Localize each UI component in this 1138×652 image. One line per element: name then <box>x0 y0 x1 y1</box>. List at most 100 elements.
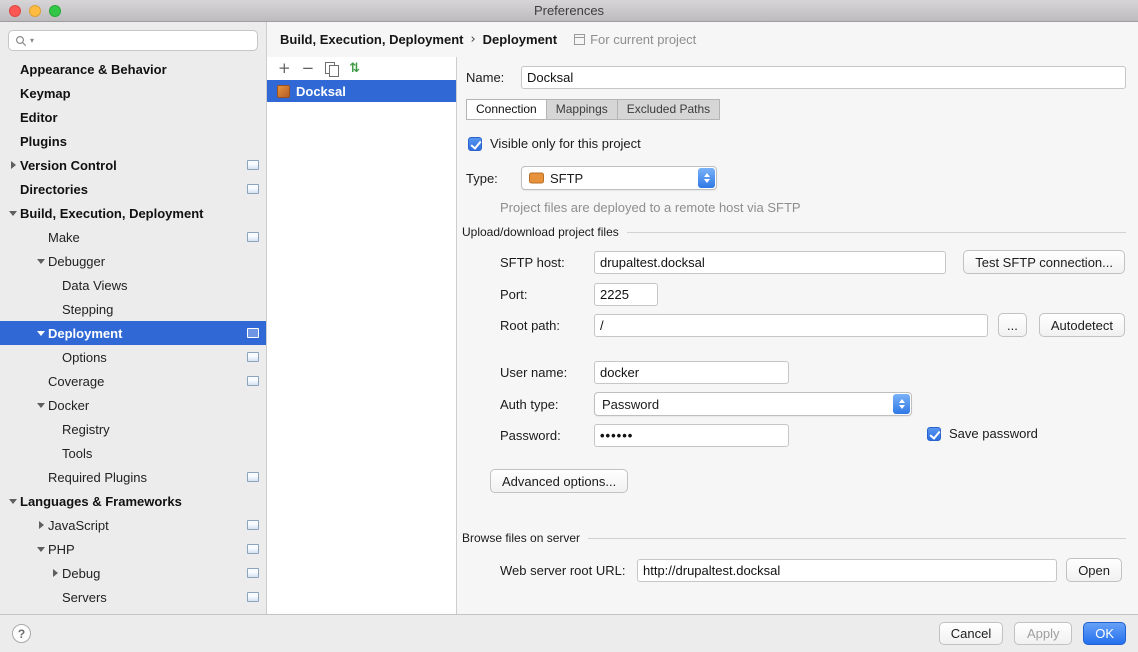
close-window-button[interactable] <box>9 5 21 17</box>
sidebar-item-build-execution-deployment[interactable]: Build, Execution, Deployment <box>0 201 266 225</box>
autodetect-button[interactable]: Autodetect <box>1039 313 1125 337</box>
breadcrumb-item[interactable]: Deployment <box>483 32 557 47</box>
sync-icon[interactable]: ⇅ <box>349 62 360 75</box>
project-level-icon <box>247 328 259 338</box>
type-help-text: Project files are deployed to a remote h… <box>500 200 801 215</box>
root-path-label: Root path: <box>500 318 560 333</box>
add-server-button[interactable]: + <box>278 61 291 76</box>
chevron-right-icon[interactable] <box>34 521 48 529</box>
web-root-label: Web server root URL: <box>500 563 625 578</box>
docksal-server-icon <box>277 85 290 98</box>
ok-button[interactable]: OK <box>1083 622 1126 645</box>
project-level-icon <box>247 544 259 554</box>
upload-section-header: Upload/download project files <box>462 225 1126 239</box>
apply-button[interactable]: Apply <box>1014 622 1072 645</box>
sidebar-item-options[interactable]: Options <box>0 345 266 369</box>
tab-mappings[interactable]: Mappings <box>546 99 618 120</box>
open-button[interactable]: Open <box>1066 558 1122 582</box>
checkbox-checked-icon <box>468 137 482 151</box>
preferences-window: Preferences ▾ Appearance & Behavior Keym… <box>0 0 1138 652</box>
password-input[interactable] <box>594 424 789 447</box>
user-name-input[interactable] <box>594 361 789 384</box>
save-password-checkbox[interactable]: Save password <box>927 426 1038 441</box>
sidebar-item-directories[interactable]: Directories <box>0 177 266 201</box>
test-sftp-connection-button[interactable]: Test SFTP connection... <box>963 250 1125 274</box>
chevron-right-icon[interactable] <box>48 569 62 577</box>
project-level-icon <box>247 352 259 362</box>
sidebar-item-editor[interactable]: Editor <box>0 105 266 129</box>
window-title: Preferences <box>0 3 1138 18</box>
sidebar-item-deployment[interactable]: Deployment <box>0 321 266 345</box>
project-level-icon <box>247 472 259 482</box>
auth-type-label: Auth type: <box>500 397 559 412</box>
chevron-down-icon[interactable] <box>34 403 48 408</box>
auth-type-select[interactable]: Password <box>594 392 912 416</box>
tab-connection[interactable]: Connection <box>466 99 547 120</box>
sidebar-item-coverage[interactable]: Coverage <box>0 369 266 393</box>
dropdown-stepper-icon <box>893 394 910 414</box>
project-scope-label: For current project <box>574 32 696 47</box>
sidebar-item-make[interactable]: Make <box>0 225 266 249</box>
sidebar-item-docker[interactable]: Docker <box>0 393 266 417</box>
search-input[interactable] <box>37 34 251 48</box>
chevron-down-icon[interactable] <box>34 259 48 264</box>
name-input[interactable] <box>521 66 1126 89</box>
sidebar-item-stepping[interactable]: Stepping <box>0 297 266 321</box>
project-level-icon <box>247 160 259 170</box>
copy-server-icon[interactable] <box>325 62 338 76</box>
sidebar-item-javascript[interactable]: JavaScript <box>0 513 266 537</box>
chevron-down-icon[interactable] <box>34 547 48 552</box>
browse-root-path-button[interactable]: ... <box>998 313 1027 337</box>
port-input[interactable] <box>594 283 658 306</box>
sidebar-item-plugins[interactable]: Plugins <box>0 129 266 153</box>
sidebar-item-languages-and-frameworks[interactable]: Languages & Frameworks <box>0 489 266 513</box>
dropdown-stepper-icon <box>698 168 715 188</box>
sidebar-item-appearance-and-behavior[interactable]: Appearance & Behavior <box>0 57 266 81</box>
remove-server-button[interactable]: − <box>302 61 315 76</box>
sidebar-item-tools[interactable]: Tools <box>0 441 266 465</box>
user-name-label: User name: <box>500 365 567 380</box>
traffic-lights <box>9 5 61 17</box>
settings-search-field[interactable]: ▾ <box>8 30 258 51</box>
help-button[interactable]: ? <box>12 624 31 643</box>
tab-excluded-paths[interactable]: Excluded Paths <box>617 99 720 120</box>
breadcrumb-item[interactable]: Build, Execution, Deployment <box>280 32 463 47</box>
search-history-chevron-icon[interactable]: ▾ <box>30 36 34 45</box>
advanced-options-button[interactable]: Advanced options... <box>490 469 628 493</box>
type-select[interactable]: SFTP <box>521 166 717 190</box>
project-level-icon <box>247 376 259 386</box>
project-level-icon <box>247 232 259 242</box>
root-path-input[interactable] <box>594 314 988 337</box>
password-label: Password: <box>500 428 561 443</box>
sidebar-item-version-control[interactable]: Version Control <box>0 153 266 177</box>
zoom-window-button[interactable] <box>49 5 61 17</box>
sidebar-item-keymap[interactable]: Keymap <box>0 81 266 105</box>
sidebar-item-php[interactable]: PHP <box>0 537 266 561</box>
sidebar-item-required-plugins[interactable]: Required Plugins <box>0 465 266 489</box>
settings-tree: Appearance & Behavior Keymap Editor Plug… <box>0 57 266 609</box>
server-list-item-docksal[interactable]: Docksal <box>267 80 456 102</box>
sftp-host-input[interactable] <box>594 251 946 274</box>
chevron-down-icon[interactable] <box>6 499 20 504</box>
search-icon <box>15 35 27 47</box>
visible-only-checkbox[interactable]: Visible only for this project <box>468 136 641 151</box>
browse-section-header: Browse files on server <box>462 531 1126 545</box>
sidebar-item-registry[interactable]: Registry <box>0 417 266 441</box>
web-root-input[interactable] <box>637 559 1057 582</box>
type-label: Type: <box>466 171 498 186</box>
chevron-right-icon[interactable] <box>6 161 20 169</box>
checkbox-checked-icon <box>927 427 941 441</box>
minimize-window-button[interactable] <box>29 5 41 17</box>
sidebar-item-data-views[interactable]: Data Views <box>0 273 266 297</box>
settings-sidebar: ▾ Appearance & Behavior Keymap Editor Pl… <box>0 22 267 614</box>
server-list-panel: + − ⇅ Docksal <box>267 57 457 614</box>
cancel-button[interactable]: Cancel <box>939 622 1003 645</box>
sidebar-item-servers[interactable]: Servers <box>0 585 266 609</box>
sidebar-item-debug[interactable]: Debug <box>0 561 266 585</box>
sidebar-item-debugger[interactable]: Debugger <box>0 249 266 273</box>
chevron-down-icon[interactable] <box>6 211 20 216</box>
sftp-icon <box>529 172 544 184</box>
titlebar: Preferences <box>0 0 1138 22</box>
chevron-down-icon[interactable] <box>34 331 48 336</box>
server-list-toolbar: + − ⇅ <box>267 57 456 80</box>
